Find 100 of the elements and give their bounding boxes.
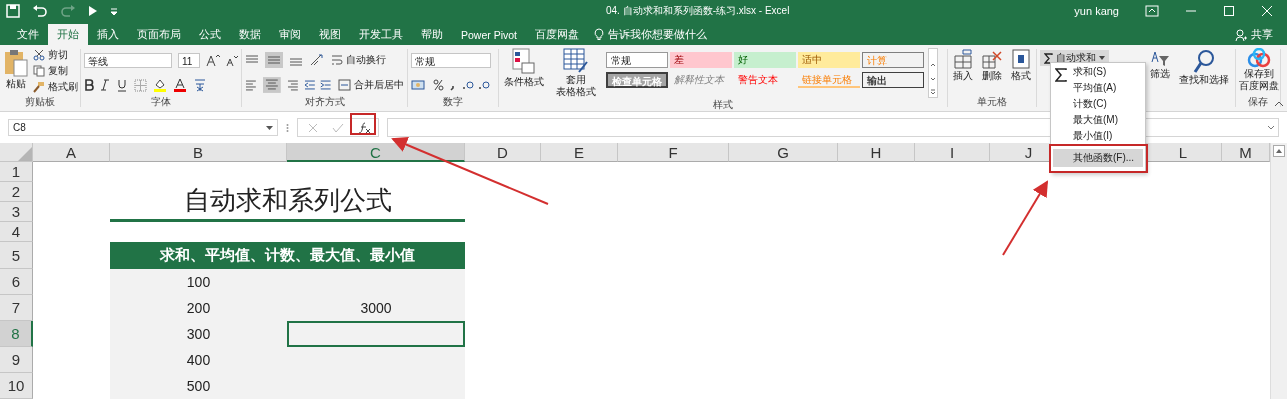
brush-icon[interactable] [33,81,45,93]
menu-item[interactable]: 计数(C) [1051,96,1145,112]
scroll-up-icon[interactable] [1273,145,1285,157]
sort-filter-icon[interactable] [1150,50,1170,68]
font-size-field[interactable]: 11 [178,52,200,68]
scissors-icon[interactable] [33,49,45,61]
bold-icon[interactable] [84,79,94,91]
column-header[interactable]: G [729,143,838,162]
user-name[interactable]: yun kang [1074,5,1119,17]
italic-icon[interactable] [100,79,110,91]
save-icon[interactable] [6,4,20,18]
insert-function-icon[interactable] [358,121,372,134]
align-right-icon[interactable] [286,79,299,91]
menu-item[interactable]: 其他函数(F)... [1053,149,1143,167]
caret-icon[interactable] [266,125,273,130]
row-header[interactable]: 7 [0,295,33,321]
column-header[interactable]: H [838,143,915,162]
active-cell[interactable] [287,321,465,347]
row-header[interactable]: 5 [0,242,33,269]
column-header[interactable]: B [110,143,287,162]
ribbon-tab[interactable]: Power Pivot [452,24,527,45]
align-center-icon[interactable] [262,77,281,93]
save-to-cloud-button[interactable]: 保存到 百度网盘 [1239,68,1279,92]
column-header[interactable]: F [618,143,729,162]
table-format-button[interactable]: 套用 表格格式 [556,74,596,98]
ribbon-tab[interactable]: 数据 [230,24,270,45]
collapse-ribbon-icon[interactable] [1274,101,1284,107]
table-format-icon[interactable] [563,48,589,74]
row-header[interactable]: 6 [0,269,33,295]
ribbon-tab[interactable]: 页面布局 [128,24,190,45]
row-header[interactable]: 3 [0,202,33,222]
close-icon[interactable] [1261,5,1273,17]
row-header[interactable]: 4 [0,222,33,242]
conditional-format-button[interactable]: 条件格式 [504,76,544,88]
cell-style-option[interactable]: 解释性文本 [670,72,732,88]
ribbon-tab[interactable]: 开始 [48,24,88,45]
copy-icon[interactable] [33,65,45,77]
shrink-font-icon[interactable] [226,53,238,67]
column-header[interactable]: E [541,143,618,162]
check-icon[interactable] [332,122,344,133]
row-header[interactable]: 10 [0,373,33,399]
menu-item[interactable]: 最小值(I) [1051,128,1145,144]
underline-icon[interactable] [116,78,128,92]
grow-font-icon[interactable] [206,53,220,67]
column-header[interactable]: D [465,143,541,162]
align-left-icon[interactable] [245,79,257,91]
insert-button[interactable]: 插入 [953,70,974,82]
column-header[interactable]: L [1145,143,1222,162]
cell-style-option[interactable]: 差 [670,52,732,68]
wrap-text-button[interactable]: 自动换行 [346,53,386,67]
name-box[interactable]: C8 [8,119,278,136]
cell-style-option[interactable]: 好 [734,52,796,68]
ribbon-tab[interactable]: 帮助 [412,24,452,45]
row-header[interactable]: 9 [0,347,33,373]
maximize-icon[interactable] [1223,5,1235,17]
ribbon-tab[interactable]: 视图 [310,24,350,45]
find-select-button[interactable]: 查找和选择 [1179,74,1229,86]
menu-item[interactable]: 求和(S) [1051,64,1145,80]
cell-style-option[interactable]: 常规 [606,52,668,68]
menu-item[interactable]: 最大值(M) [1051,112,1145,128]
cloud-icon[interactable] [1247,48,1271,68]
tell-me-search[interactable]: 告诉我你想要做什么 [608,27,708,42]
play-icon[interactable] [88,5,98,17]
column-header[interactable]: C [287,143,465,162]
conditional-format-icon[interactable] [512,48,536,76]
decimal-icon[interactable] [461,79,491,91]
format-painter-button[interactable]: 格式刷 [48,80,78,94]
merge-center-button[interactable]: 合并后居中 [354,78,404,92]
cut-button[interactable]: 剪切 [48,48,68,62]
format-cells-icon[interactable] [1010,48,1031,70]
ribbon-tab[interactable]: 开发工具 [350,24,412,45]
customize-icon[interactable] [110,7,118,15]
cell-style-option[interactable]: 适中 [798,52,860,68]
row-header[interactable]: 1 [0,162,33,182]
delete-button[interactable]: 删除 [982,70,1002,82]
row-header[interactable]: 8 [0,321,33,347]
delete-cells-icon[interactable] [981,48,1003,70]
cell-style-option[interactable]: 输出 [862,72,924,88]
ribbon-tab[interactable]: 公式 [190,24,230,45]
font-color-icon[interactable] [173,78,187,92]
copy-button[interactable]: 复制 [48,64,68,78]
sort-filter-button[interactable]: 筛选 [1150,68,1170,80]
undo-icon[interactable] [32,4,48,18]
orientation-icon[interactable] [309,53,325,67]
indent-icon[interactable] [304,79,332,91]
percent-icon[interactable] [433,79,444,91]
scroll-arrows-icon[interactable] [928,48,938,98]
fill-color-icon[interactable] [153,78,167,92]
ribbon-tab[interactable]: 插入 [88,24,128,45]
row-header[interactable]: 2 [0,182,33,202]
format-button[interactable]: 格式 [1010,70,1031,82]
search-icon[interactable] [1193,50,1215,74]
insert-cells-icon[interactable] [953,48,974,70]
cell-style-option[interactable]: 警告文本 [734,72,796,88]
font-name-field[interactable]: 等线 [84,52,172,68]
ribbon-tab[interactable]: 百度网盘 [526,24,589,45]
paste-button[interactable]: 粘贴 [6,78,26,90]
clipboard-icon[interactable] [3,48,29,78]
currency-icon[interactable] [411,78,427,92]
share-button[interactable]: 共享 [1251,27,1273,42]
